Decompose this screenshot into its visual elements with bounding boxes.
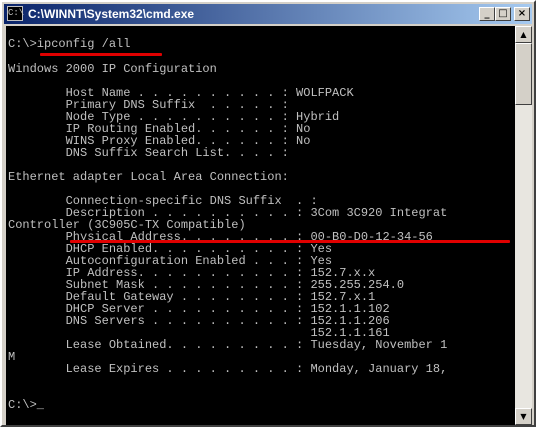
console-line: Lease Obtained. . . . . . . . . : Tuesda… xyxy=(8,338,448,352)
command-underline xyxy=(40,53,162,56)
console-icon[interactable]: C:\ xyxy=(7,6,24,21)
minimize-button[interactable]: _ xyxy=(479,7,495,21)
console-line: C:\>_ xyxy=(8,398,45,412)
console-line: Windows 2000 IP Configuration xyxy=(8,62,217,76)
cmd-window: C:\ C:\WINNT\System32\cmd.exe _ □ × C:\>… xyxy=(0,0,536,427)
physical-address-underline xyxy=(70,240,510,243)
console-output[interactable]: C:\>ipconfig /all Windows 2000 IP Config… xyxy=(6,26,515,425)
console-line: C:\>ipconfig /all xyxy=(8,37,131,51)
window-title: C:\WINNT\System32\cmd.exe xyxy=(28,7,195,21)
console-line: DNS Suffix Search List. . . . : xyxy=(8,146,289,160)
console-line: Lease Expires . . . . . . . . . : Monday… xyxy=(8,362,448,376)
maximize-button[interactable]: □ xyxy=(495,7,511,21)
scroll-up-arrow-icon[interactable]: ▲ xyxy=(515,26,532,43)
console-line: Ethernet adapter Local Area Connection: xyxy=(8,170,289,184)
scroll-thumb[interactable] xyxy=(515,43,532,105)
scroll-down-arrow-icon[interactable]: ▼ xyxy=(515,408,532,425)
title-bar[interactable]: C:\ C:\WINNT\System32\cmd.exe _ □ × xyxy=(4,4,532,24)
close-button[interactable]: × xyxy=(514,7,530,21)
vertical-scrollbar[interactable]: ▲ ▼ xyxy=(515,26,532,425)
